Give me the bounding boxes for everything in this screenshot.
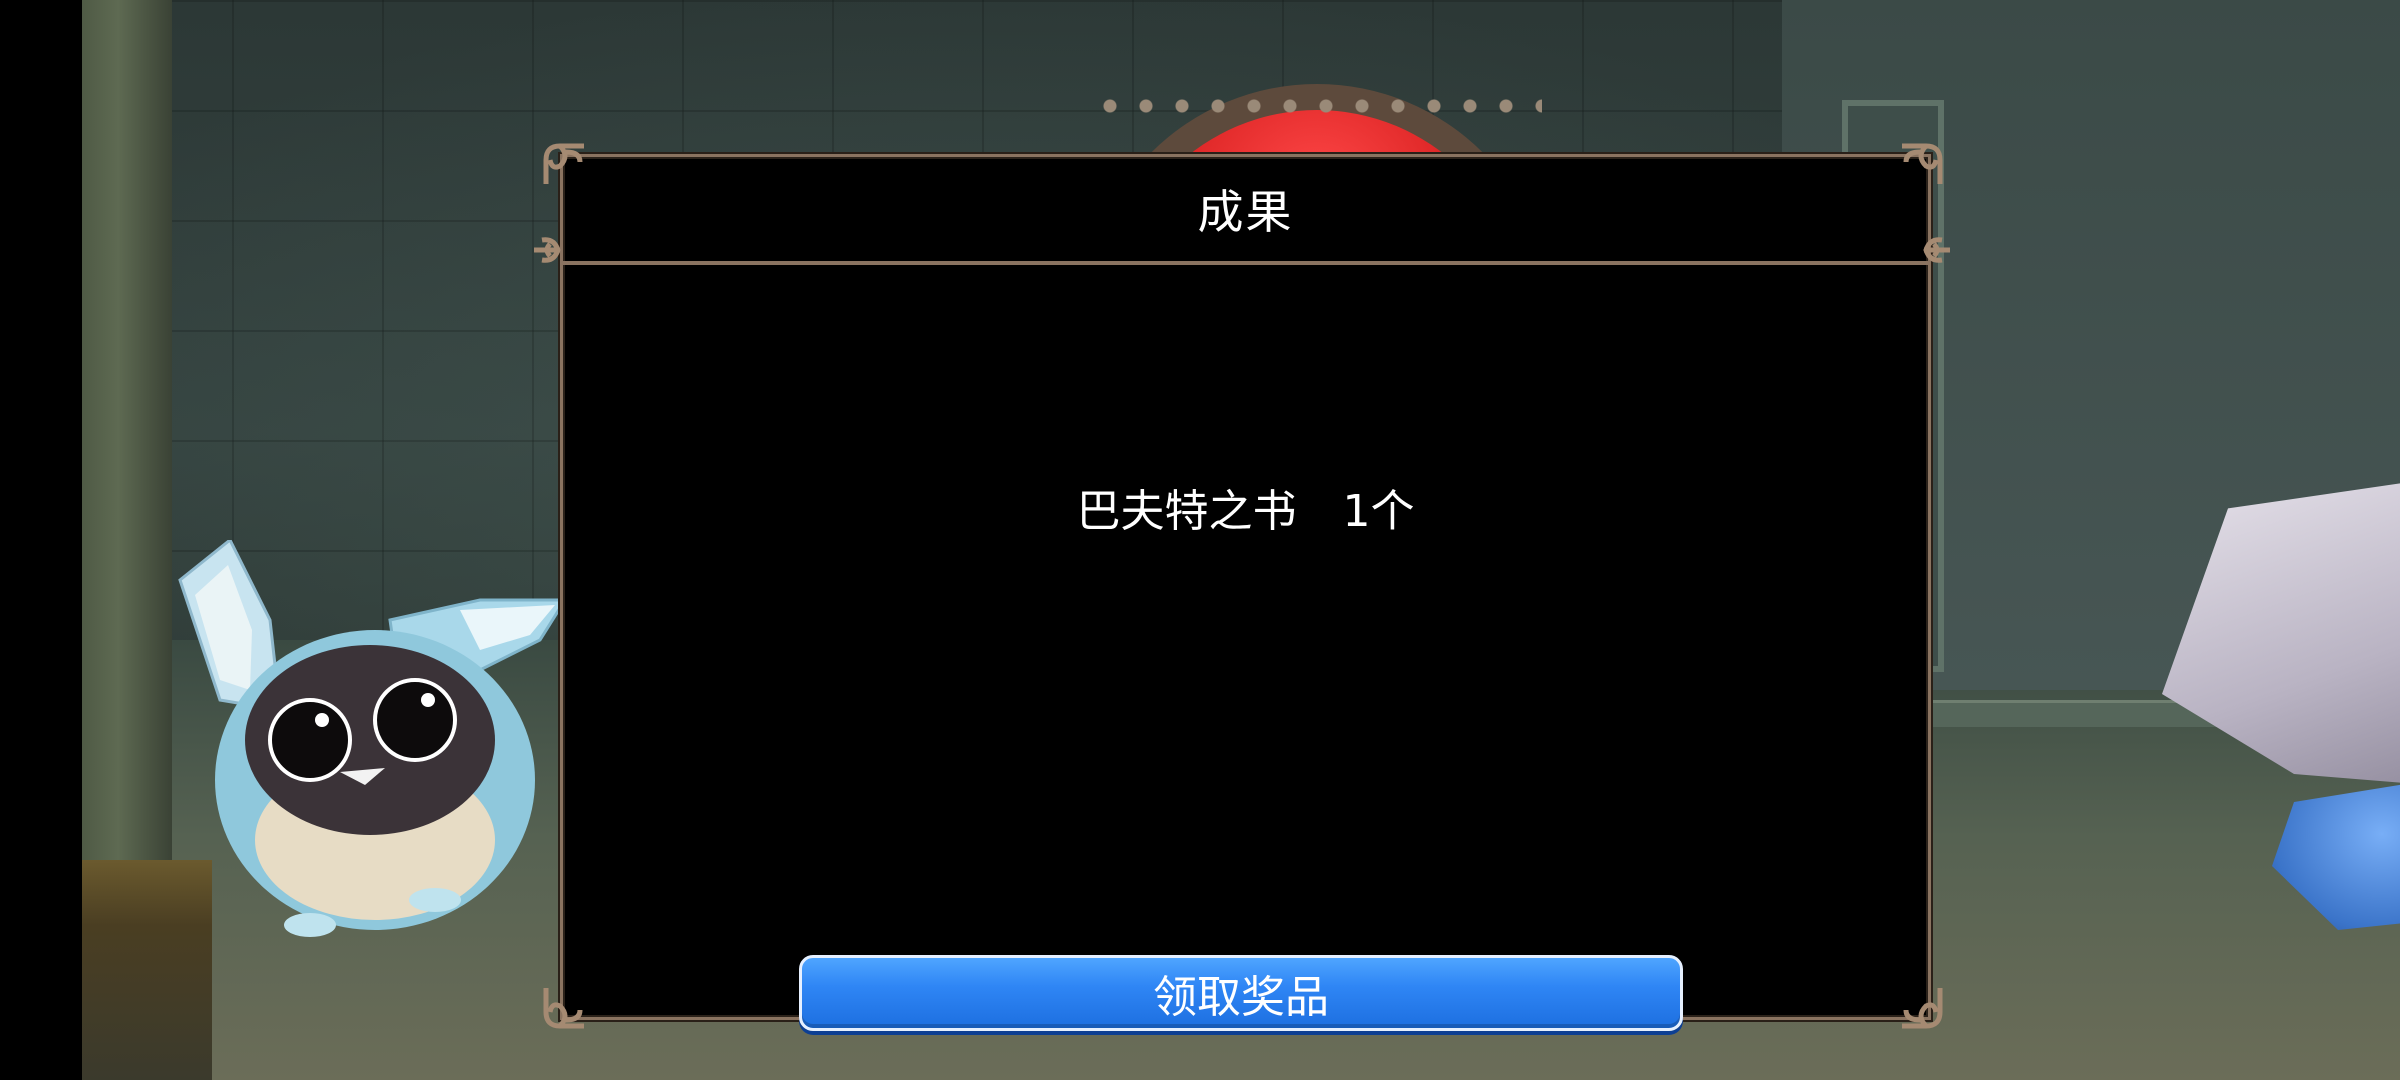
ornament-corner-top-right-icon	[1876, 140, 1946, 210]
arch-studs	[1092, 86, 1542, 126]
dialog-body: 巴夫特之书 1个 领取奖品	[563, 265, 1928, 1031]
ornament-header-left-icon	[530, 220, 600, 290]
reward-line: 巴夫特之书 1个	[563, 475, 1928, 539]
dialog-title: 成果	[1197, 185, 1294, 239]
reward-item-name: 巴夫特之书	[1076, 486, 1297, 537]
claim-reward-button[interactable]: 领取奖品	[799, 955, 1683, 1031]
ornament-header-right-icon	[1884, 220, 1954, 290]
reward-dialog: 成果 巴夫特之书 1个 领取奖品	[560, 154, 1931, 1031]
ornament-corner-bottom-left-icon	[540, 962, 610, 1032]
dialog-header: 成果	[563, 157, 1928, 265]
reward-quantity: 1个	[1342, 486, 1415, 537]
game-screen: 成果 巴夫特之书 1个 领取奖品	[0, 0, 2400, 1080]
letterbox-left	[0, 0, 82, 1080]
ornament-corner-bottom-right-icon	[1876, 962, 1946, 1032]
ornament-corner-top-left-icon	[540, 140, 610, 210]
mascot-creature	[178, 540, 568, 937]
